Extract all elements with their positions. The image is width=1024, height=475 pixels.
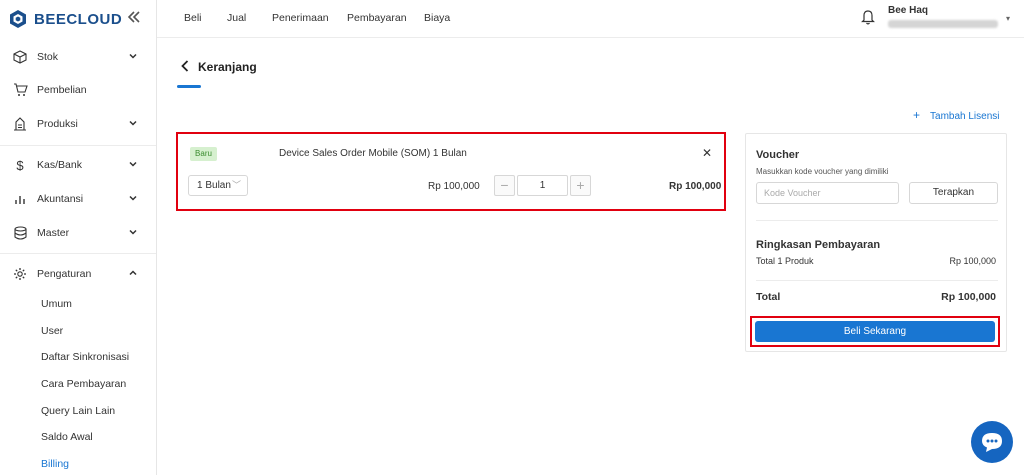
caret-down-icon[interactable]: ▾ [1006,14,1010,23]
voucher-code-input[interactable] [756,182,899,204]
payment-summary-title: Ringkasan Pembayaran [756,239,881,251]
sidebar-sub-item-query-lain-lain[interactable]: Query Lain Lain [41,405,115,417]
apply-voucher-button[interactable]: Terapkan [909,182,998,204]
chevron-down-icon [129,53,137,59]
brand-name: BEECLOUD [34,10,123,28]
sidebar-item-akuntansi[interactable]: Akuntansi [0,186,156,212]
sidebar-item-stok[interactable]: Stok [0,44,156,70]
dollar-icon: $ [16,157,24,173]
sidebar-item-kas-bank[interactable]: $ Kas/Bank [0,152,156,178]
top-menu-beli[interactable]: Beli [184,12,202,24]
chevron-down-icon: ﹀ [231,180,241,190]
products-subtotal: Rp 100,000 [949,256,996,266]
chevron-down-icon [129,195,137,201]
voucher-title: Voucher [756,149,800,161]
chat-support-button[interactable] [971,421,1013,463]
title-underline [177,85,201,88]
remove-item-icon[interactable]: ✕ [702,146,712,160]
decrement-button[interactable]: − [494,175,515,196]
divider [756,220,998,221]
duration-value: 1 Bulan [197,180,231,191]
sidebar-sub-item-user[interactable]: User [41,325,63,337]
cart-item: Baru Device Sales Order Mobile (SOM) 1 B… [176,132,726,211]
payment-summary-panel: Voucher Masukkan kode voucher yang dimil… [745,133,1007,352]
chevron-down-icon [129,161,137,167]
sidebar-item-produksi[interactable]: Produksi [0,111,156,137]
increment-button[interactable]: + [570,175,591,196]
divider [756,280,998,281]
user-email-redacted[interactable] [888,20,998,28]
chevron-up-icon [129,270,137,276]
sidebar-sub-item-cara-pembayaran[interactable]: Cara Pembayaran [41,378,126,390]
top-menu-pembayaran[interactable]: Pembayaran [347,12,407,24]
chat-icon [982,433,1002,452]
box-icon [12,49,28,65]
unit-price: Rp 100,000 [428,181,480,192]
sidebar-item-label: Stok [37,51,59,63]
top-menu-jual[interactable]: Jual [227,12,246,24]
buy-now-button[interactable]: Beli Sekarang [755,321,995,342]
bell-icon[interactable] [861,9,875,25]
factory-icon [12,116,28,132]
products-count-label: Total 1 Produk [756,256,814,266]
sidebar-item-label: Pengaturan [37,268,92,280]
top-bar: Beli Jual Penerimaan Pembayaran Biaya Be… [157,0,1024,38]
collapse-sidebar-icon[interactable] [127,10,141,26]
item-total-price: Rp 100,000 [669,181,722,192]
sidebar-item-label: Kas/Bank [37,159,82,171]
plus-icon: + [913,108,921,122]
cart-icon [12,82,28,98]
product-name: Device Sales Order Mobile (SOM) 1 Bulan [279,148,467,159]
add-license-link[interactable]: + Tambah Lisensi [913,108,1000,122]
sidebar-item-label: Akuntansi [37,193,84,205]
voucher-hint: Masukkan kode voucher yang dimiliki [756,167,889,176]
sidebar-sub-item-daftar-sinkronisasi[interactable]: Daftar Sinkronisasi [41,351,129,363]
status-badge: Baru [190,147,217,161]
top-menu-biaya[interactable]: Biaya [424,12,450,24]
quantity-input[interactable] [517,175,568,196]
sidebar-item-label: Produksi [37,118,78,130]
gear-icon [12,266,28,282]
sidebar-item-pengaturan[interactable]: Pengaturan [0,261,156,287]
sidebar-item-label: Pembelian [37,84,87,96]
top-menu-penerimaan[interactable]: Penerimaan [272,12,329,24]
total-value: Rp 100,000 [941,291,996,303]
sidebar-item-pembelian[interactable]: Pembelian [0,77,156,103]
sidebar-sub-item-saldo-awal[interactable]: Saldo Awal [41,431,93,443]
divider [0,253,156,254]
database-icon [12,225,28,241]
user-name[interactable]: Bee Haq [888,5,928,16]
total-label: Total [756,291,781,303]
divider [0,145,156,146]
sidebar-item-label: Master [37,227,70,239]
page-title: Keranjang [198,60,257,74]
buy-now-highlight: Beli Sekarang [750,316,1000,347]
bar-chart-icon [12,191,28,207]
chevron-down-icon [129,229,137,235]
sidebar-sub-item-umum[interactable]: Umum [41,298,72,310]
chevron-down-icon [129,120,137,126]
sidebar: BEECLOUD Stok Pembelian Produksi $ Kas/B… [0,0,157,475]
add-license-label: Tambah Lisensi [930,111,1000,122]
beecloud-logo-icon [10,10,26,28]
duration-select[interactable]: 1 Bulan ﹀ [188,175,248,196]
sidebar-item-master[interactable]: Master [0,220,156,246]
back-arrow-icon[interactable] [180,60,190,72]
sidebar-sub-item-billing[interactable]: Billing [41,458,69,470]
